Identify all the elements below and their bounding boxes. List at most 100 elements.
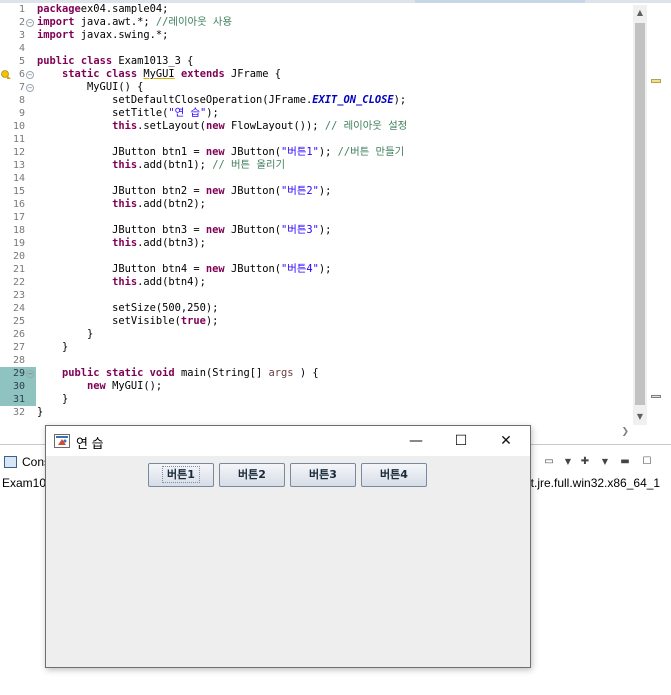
line-number: 6− xyxy=(0,68,36,81)
line-number-text: 19 xyxy=(12,238,25,249)
code-token: ); xyxy=(205,315,219,327)
code-line[interactable]: this.setLayout(new FlowLayout()); // 레이아… xyxy=(37,120,407,133)
code-token: MyGUI(); xyxy=(105,380,163,392)
fold-toggle-icon[interactable]: − xyxy=(26,370,34,378)
code-token: package xyxy=(37,3,81,15)
code-line[interactable]: } xyxy=(37,328,93,341)
code-line[interactable]: MyGUI() { xyxy=(37,81,143,94)
scroll-up-icon[interactable]: ▲ xyxy=(633,5,647,21)
fold-toggle-icon[interactable]: − xyxy=(26,19,34,27)
fold-toggle-icon[interactable]: − xyxy=(26,71,34,79)
code-token: new xyxy=(205,146,225,158)
new-console-icon[interactable]: ✚ xyxy=(578,455,592,469)
scroll-down-icon[interactable]: ▼ xyxy=(633,409,647,425)
code-token: import xyxy=(37,16,75,28)
code-editor[interactable]: 1 2−3 4 5 6−7−8 9 10 11 12 13 14 15 16 17 18 19 20 21 22 23… xyxy=(0,0,671,445)
close-button[interactable]: ✕ xyxy=(484,426,528,456)
dropdown-icon[interactable]: ▼ xyxy=(598,455,612,469)
code-token: new xyxy=(205,263,225,275)
code-line[interactable]: JButton btn1 = new JButton("버튼1"); //버튼 … xyxy=(37,146,404,159)
line-number: 22 xyxy=(0,276,36,289)
maximize-button[interactable]: ☐ xyxy=(439,426,483,456)
code-line[interactable]: this.add(btn4); xyxy=(37,276,206,289)
overview-ruler[interactable] xyxy=(649,5,663,425)
code-line[interactable]: this.add(btn1); // 버튼 올리기 xyxy=(37,159,285,172)
vertical-scrollbar[interactable]: ▲ ▼ xyxy=(633,5,647,425)
window-title: 연 습 xyxy=(76,436,104,451)
code-token: static xyxy=(105,367,144,379)
line-number: 30 xyxy=(0,380,36,393)
button-1[interactable]: 버튼1 xyxy=(148,463,214,487)
dropdown-icon[interactable]: ▼ xyxy=(561,455,575,469)
code-line[interactable]: setSize(500,250); xyxy=(37,302,218,315)
code-line[interactable]: } xyxy=(37,393,68,406)
code-line[interactable]: new MyGUI(); xyxy=(37,380,162,393)
swing-window[interactable]: 연 습 — ☐ ✕ 버튼1 버튼2 버튼3 버튼4 xyxy=(45,425,531,668)
line-number-text: 2 xyxy=(18,17,25,28)
code-line[interactable]: public static void main(String[] args ) … xyxy=(37,367,319,380)
maximize-view-icon[interactable]: ☐ xyxy=(640,455,654,469)
code-token: new xyxy=(205,120,225,132)
code-line[interactable]: } xyxy=(37,341,68,354)
code-line[interactable]: this.add(btn3); xyxy=(37,237,206,250)
line-number: 3 xyxy=(0,29,36,42)
line-number-text: 9 xyxy=(18,108,25,119)
button-2[interactable]: 버튼2 xyxy=(219,463,285,487)
line-number-text: 17 xyxy=(12,212,25,223)
window-titlebar[interactable]: 연 습 — ☐ ✕ xyxy=(46,426,530,456)
code-token: ); xyxy=(318,224,332,236)
code-text-area[interactable]: packageex04.sample04; import java.awt.*; … xyxy=(37,3,632,425)
line-number: 8 xyxy=(0,94,36,107)
code-token: void xyxy=(149,367,175,379)
line-number-text: 31 xyxy=(12,394,25,405)
line-number: 4 xyxy=(0,42,36,55)
code-line[interactable]: setVisible(true); xyxy=(37,315,218,328)
line-number-text: 14 xyxy=(12,173,25,184)
code-line[interactable]: import java.awt.*; //레이아웃 사용 xyxy=(37,16,232,29)
code-token: .add(btn2); xyxy=(137,198,206,210)
scroll-right-icon[interactable]: ❯ xyxy=(621,427,629,437)
line-number: 10 xyxy=(0,120,36,133)
code-line[interactable]: JButton btn2 = new JButton("버튼2"); xyxy=(37,185,331,198)
code-token: new xyxy=(205,185,225,197)
button-1-label: 버튼1 xyxy=(162,466,200,483)
display-console-icon[interactable]: ▭ xyxy=(542,455,556,469)
warning-icon[interactable] xyxy=(1,69,12,80)
minimize-view-icon[interactable]: ▬ xyxy=(618,455,632,469)
line-number-text: 30 xyxy=(12,381,25,392)
code-token: JFrame { xyxy=(224,68,282,80)
code-line[interactable]: packageex04.sample04; xyxy=(37,3,168,16)
code-line[interactable]: setDefaultCloseOperation(JFrame.EXIT_ON_… xyxy=(37,94,406,107)
code-line[interactable]: this.add(btn2); xyxy=(37,198,206,211)
line-number-text: 28 xyxy=(12,355,25,366)
line-number: 24 xyxy=(0,302,36,315)
warning-marker[interactable] xyxy=(651,79,661,83)
line-number: 11 xyxy=(0,133,36,146)
line-number: 23 xyxy=(0,289,36,302)
line-number-text: 3 xyxy=(18,30,25,41)
code-line[interactable]: public class Exam1013_3 { xyxy=(37,55,193,68)
code-token: JButton( xyxy=(224,224,281,236)
code-line[interactable]: static class MyGUI extends JFrame { xyxy=(37,68,281,81)
code-line[interactable]: setTitle("연 습"); xyxy=(37,107,219,120)
button-3[interactable]: 버튼3 xyxy=(290,463,356,487)
code-line[interactable]: JButton btn3 = new JButton("버튼3"); xyxy=(37,224,331,237)
code-line[interactable]: JButton btn4 = new JButton("버튼4"); xyxy=(37,263,331,276)
code-token: JButton btn1 = xyxy=(37,146,206,158)
scrollbar-thumb[interactable] xyxy=(635,23,645,405)
code-token: main(String[] xyxy=(174,367,269,379)
line-number: 32 xyxy=(0,406,36,419)
code-token: .add(btn4); xyxy=(137,276,206,288)
annotation-marker[interactable] xyxy=(651,395,661,398)
code-token: } xyxy=(37,406,44,418)
fold-toggle-icon[interactable]: − xyxy=(26,84,34,92)
minimize-button[interactable]: — xyxy=(394,426,438,456)
code-line[interactable]: import javax.swing.*; xyxy=(37,29,168,42)
code-line[interactable]: } xyxy=(37,406,43,419)
code-token: this xyxy=(112,276,138,288)
code-token: true xyxy=(180,315,206,327)
button-4[interactable]: 버튼4 xyxy=(361,463,427,487)
code-token: args xyxy=(268,367,294,379)
